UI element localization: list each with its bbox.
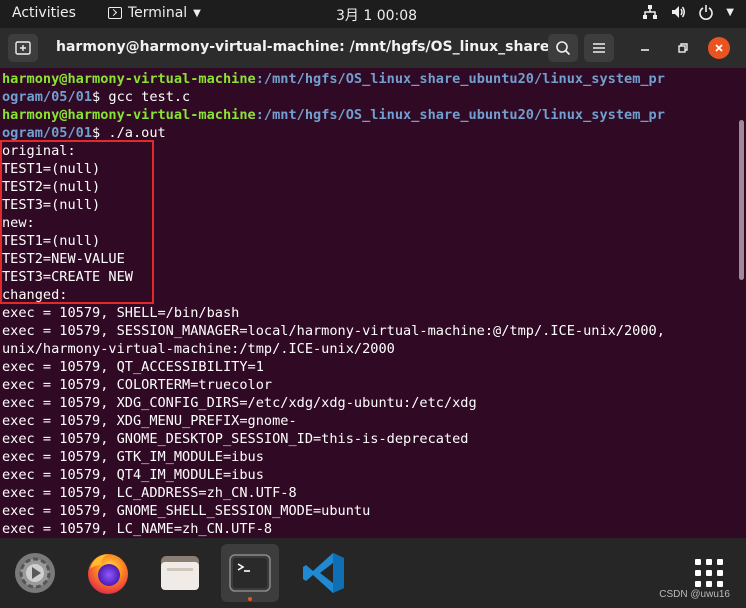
output-line: exec = 10579, QT_ACCESSIBILITY=1 [2, 359, 264, 375]
command-text: $ gcc test.c [92, 89, 191, 105]
prompt-user: harmony@harmony-virtual-machine [2, 107, 256, 123]
system-tray[interactable]: ▼ [642, 4, 734, 20]
prompt-user: harmony@harmony-virtual-machine [2, 71, 256, 87]
caret-down-icon: ▼ [193, 7, 201, 19]
prompt-path: ogram/05/01 [2, 125, 93, 141]
prompt-path: :/mnt/hgfs/OS_linux_share_ubuntu20/linux… [255, 71, 665, 87]
output-line: exec = 10579, QT4_IM_MODULE=ibus [2, 467, 264, 483]
output-line: exec = 10579, SESSION_MANAGER=local/harm… [2, 323, 665, 339]
prompt-line: harmony@harmony-virtual-machine:/mnt/hgf… [2, 106, 665, 124]
output-line: exec = 10579, GTK_IM_MODULE=ibus [2, 449, 264, 465]
prompt-line: harmony@harmony-virtual-machine:/mnt/hgf… [2, 70, 665, 88]
dock-software-updater[interactable] [6, 544, 64, 602]
files-icon [161, 556, 199, 590]
restore-icon [678, 43, 688, 53]
running-indicator [248, 597, 252, 601]
dock-vscode[interactable] [295, 544, 353, 602]
output-line: exec = 10579, XDG_MENU_PREFIX=gnome- [2, 413, 297, 429]
search-button[interactable] [548, 34, 578, 62]
close-button[interactable] [708, 37, 730, 59]
app-menu[interactable]: Terminal ▼ [108, 5, 201, 21]
clock[interactable]: 3月 1 00:08 [336, 5, 417, 25]
terminal-app-icon [108, 7, 122, 19]
dock-firefox[interactable] [79, 544, 137, 602]
prompt-path: :/mnt/hgfs/OS_linux_share_ubuntu20/linux… [255, 107, 665, 123]
terminal-icon [229, 554, 271, 592]
command-text: $ ./a.out [92, 125, 166, 141]
new-tab-button[interactable] [8, 34, 38, 62]
scrollbar[interactable] [739, 120, 744, 280]
volume-icon[interactable] [670, 4, 686, 20]
activities-button[interactable]: Activities [12, 5, 76, 21]
prompt-path: ogram/05/01 [2, 89, 93, 105]
minimize-button[interactable] [630, 34, 660, 62]
show-apps-icon [695, 559, 723, 587]
caret-down-icon[interactable]: ▼ [726, 7, 734, 18]
output-line: exec = 10579, XDG_CONFIG_DIRS=/etc/xdg/x… [2, 395, 477, 411]
minimize-icon [641, 49, 649, 51]
watermark: CSDN @uwu16 [659, 589, 730, 600]
dock: CSDN @uwu16 [0, 538, 746, 608]
maximize-button[interactable] [668, 34, 698, 62]
output-line: exec = 10579, LC_ADDRESS=zh_CN.UTF-8 [2, 485, 297, 501]
search-icon [556, 41, 571, 56]
dock-terminal[interactable] [221, 544, 279, 602]
vscode-icon [303, 553, 344, 593]
top-bar: Activities Terminal ▼ 3月 1 00:08 ▼ [0, 0, 746, 28]
new-tab-icon [15, 41, 31, 55]
dock-files[interactable] [151, 544, 209, 602]
app-menu-label: Terminal [128, 5, 188, 21]
network-icon[interactable] [642, 4, 658, 20]
hamburger-icon [593, 43, 605, 53]
window-title-bar: harmony@harmony-virtual-machine: /mnt/hg… [0, 28, 746, 68]
output-line: unix/harmony-virtual-machine:/tmp/.ICE-u… [2, 341, 395, 357]
output-line: exec = 10579, GNOME_SHELL_SESSION_MODE=u… [2, 503, 371, 519]
software-updater-icon [15, 553, 55, 593]
power-icon[interactable] [698, 4, 714, 20]
window-title: harmony@harmony-virtual-machine: /mnt/hg… [56, 39, 573, 55]
output-line: exec = 10579, COLORTERM=truecolor [2, 377, 273, 393]
highlight-box [0, 140, 154, 304]
hamburger-menu-button[interactable] [584, 34, 614, 62]
output-line: exec = 10579, SHELL=/bin/bash [2, 305, 240, 321]
output-line: exec = 10579, LC_NAME=zh_CN.UTF-8 [2, 521, 273, 537]
close-icon [715, 44, 723, 52]
output-line: exec = 10579, GNOME_DESKTOP_SESSION_ID=t… [2, 431, 469, 447]
prompt-line: ogram/05/01$ gcc test.c [2, 88, 190, 106]
firefox-icon [88, 554, 128, 594]
terminal-output[interactable]: harmony@harmony-virtual-machine:/mnt/hgf… [0, 68, 746, 538]
